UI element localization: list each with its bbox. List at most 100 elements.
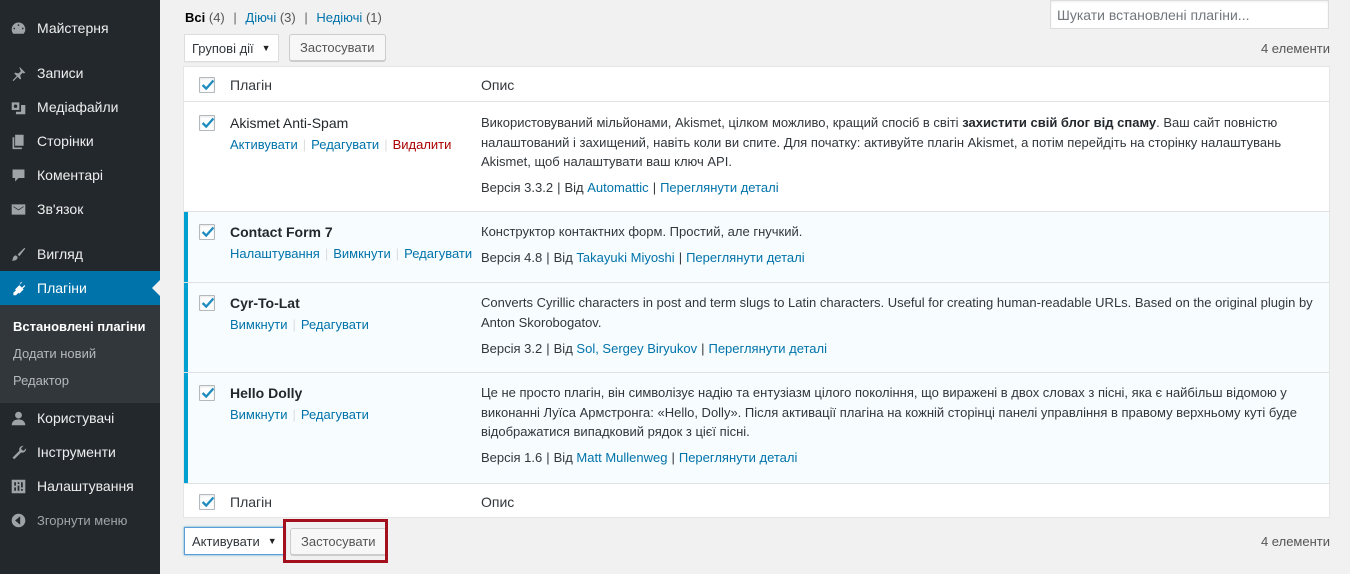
- column-plugin-header[interactable]: Плагін: [230, 77, 272, 93]
- action-separator: |: [324, 246, 329, 261]
- menu-dashboard[interactable]: Майстерня: [0, 11, 160, 45]
- filter-inactive[interactable]: Недіючі: [316, 10, 362, 25]
- plugin-meta: Версія 3.3.2 | Від Automattic | Переглянути …: [481, 180, 779, 195]
- envelope-icon: [9, 200, 27, 218]
- wrench-icon: [9, 443, 27, 461]
- edit-link[interactable]: Редагувати: [301, 317, 369, 332]
- plugin-version: Версія 4.8: [481, 250, 543, 265]
- row-actions: Налаштування | Вимкнути | Редагувати: [230, 246, 472, 261]
- menu-tools[interactable]: Інструменти: [0, 435, 160, 469]
- apply-button-top[interactable]: Застосувати: [289, 34, 386, 61]
- action-separator: |: [384, 137, 388, 152]
- menu-media[interactable]: Медіафайли: [0, 90, 160, 124]
- meta-separator: |: [701, 341, 705, 356]
- meta-separator: |: [671, 450, 675, 465]
- view-details-link[interactable]: Переглянути деталі: [708, 341, 827, 356]
- submenu-installed-plugins[interactable]: Встановлені плагіни: [13, 319, 145, 334]
- pin-icon: [9, 64, 27, 82]
- activate-link[interactable]: Активувати: [230, 137, 298, 152]
- delete-link[interactable]: Видалити: [393, 137, 452, 152]
- plugin-description: Використовуваний мільйонами, Akismet, ці…: [481, 113, 1321, 172]
- plugin-row-hello-dolly: Hello Dolly Вимкнути | Редагувати Це не пр…: [184, 373, 1329, 483]
- menu-plugins[interactable]: Плагіни: [0, 271, 160, 305]
- plugin-search-input[interactable]: [1050, 0, 1329, 29]
- view-details-link[interactable]: Переглянути деталі: [660, 180, 779, 195]
- collapse-menu-button[interactable]: Згорнути меню: [0, 503, 160, 537]
- view-details-link[interactable]: Переглянути деталі: [686, 250, 805, 265]
- edit-link[interactable]: Редагувати: [311, 137, 379, 152]
- bulk-action-select-top[interactable]: Групові дії ▼: [184, 34, 279, 62]
- meta-separator: |: [678, 250, 683, 265]
- checkmark-icon: [201, 79, 215, 91]
- brush-icon: [9, 245, 27, 263]
- bulk-action-value: Групові дії: [192, 40, 254, 56]
- menu-label: Вигляд: [37, 246, 83, 262]
- plugin-name: Akismet Anti-Spam: [230, 115, 349, 131]
- plugin-checkbox[interactable]: [199, 295, 215, 311]
- plugin-description: Конструктор контактних форм. Простий, ал…: [481, 224, 803, 239]
- plugin-icon: [9, 279, 27, 297]
- meta-separator: |: [546, 341, 550, 356]
- filter-all[interactable]: Всі: [185, 10, 205, 25]
- author-link[interactable]: Automattic: [587, 180, 648, 195]
- checkmark-icon: [201, 117, 215, 129]
- author-link[interactable]: Takayuki Miyoshi: [576, 250, 674, 265]
- deactivate-link[interactable]: Вимкнути: [230, 407, 287, 422]
- column-description-footer: Опис: [481, 494, 515, 510]
- deactivate-link[interactable]: Вимкнути: [230, 317, 287, 332]
- plugin-meta: Версія 4.8 | Від Takayuki Miyoshi | Переглян…: [481, 250, 805, 265]
- select-all-checkbox-bottom[interactable]: [199, 494, 215, 510]
- menu-settings[interactable]: Налаштування: [0, 469, 160, 503]
- checkmark-icon: [201, 496, 215, 508]
- admin-sidebar: Майстерня Записи Медіафайли Сторінки Ком…: [0, 0, 160, 574]
- plugin-checkbox[interactable]: [199, 385, 215, 401]
- edit-link[interactable]: Редагувати: [404, 246, 472, 261]
- menu-users[interactable]: Користувачі: [0, 401, 160, 435]
- by-label: Від: [564, 180, 584, 195]
- description-bold-text: захистити свій блог від спаму: [962, 115, 1157, 130]
- plugin-version: Версія 3.3.2: [481, 180, 554, 195]
- checkmark-icon: [201, 297, 215, 309]
- meta-separator: |: [546, 450, 550, 465]
- user-icon: [9, 409, 27, 427]
- menu-appearance[interactable]: Вигляд: [0, 237, 160, 271]
- menu-comments[interactable]: Коментарі: [0, 158, 160, 192]
- media-icon: [9, 98, 27, 116]
- row-actions: Активувати | Редагувати | Видалити: [230, 137, 451, 152]
- filter-active-count: (3): [279, 10, 296, 25]
- submenu-add-new[interactable]: Додати новий: [13, 346, 96, 361]
- column-plugin-footer[interactable]: Плагін: [230, 494, 272, 510]
- action-separator: |: [292, 407, 296, 422]
- menu-posts[interactable]: Записи: [0, 56, 160, 90]
- menu-label: Користувачі: [37, 410, 115, 426]
- menu-pages[interactable]: Сторінки: [0, 124, 160, 158]
- description-text: Використовуваний мільйонами, Akismet, ці…: [481, 115, 963, 130]
- edit-link[interactable]: Редагувати: [301, 407, 369, 422]
- plugin-checkbox[interactable]: [199, 115, 215, 131]
- filter-inactive-count: (1): [365, 10, 382, 25]
- menu-contact[interactable]: Зв'язок: [0, 192, 160, 226]
- plugin-status-filters: Всі (4) | Діючі (3) | Недіючі (1): [185, 10, 382, 25]
- filter-separator: |: [304, 10, 308, 25]
- plugin-name: Cyr-To-Lat: [230, 295, 300, 311]
- settings-link[interactable]: Налаштування: [230, 246, 320, 261]
- plugin-name: Hello Dolly: [230, 385, 303, 401]
- by-label: Від: [553, 450, 573, 465]
- settings-icon: [9, 477, 27, 495]
- plugin-meta: Версія 3.2 | Від Sol, Sergey Biryukov | Пере…: [481, 341, 827, 356]
- checkmark-icon: [201, 387, 215, 399]
- filter-active[interactable]: Діючі: [245, 10, 276, 25]
- filter-all-count: (4): [208, 10, 225, 25]
- menu-label: Медіафайли: [37, 99, 119, 115]
- author-link[interactable]: Sol, Sergey Biryukov: [576, 341, 697, 356]
- author-link[interactable]: Matt Mullenweg: [576, 450, 667, 465]
- menu-label: Інструменти: [37, 444, 116, 460]
- plugin-version: Версія 1.6: [481, 450, 543, 465]
- deactivate-link[interactable]: Вимкнути: [333, 246, 390, 261]
- view-details-link[interactable]: Переглянути деталі: [679, 450, 798, 465]
- bulk-action-select-bottom[interactable]: Активувати ▼: [184, 527, 285, 555]
- select-all-checkbox[interactable]: [199, 77, 215, 93]
- menu-label: Налаштування: [37, 478, 134, 494]
- plugin-checkbox[interactable]: [199, 224, 215, 240]
- submenu-editor[interactable]: Редактор: [13, 373, 69, 388]
